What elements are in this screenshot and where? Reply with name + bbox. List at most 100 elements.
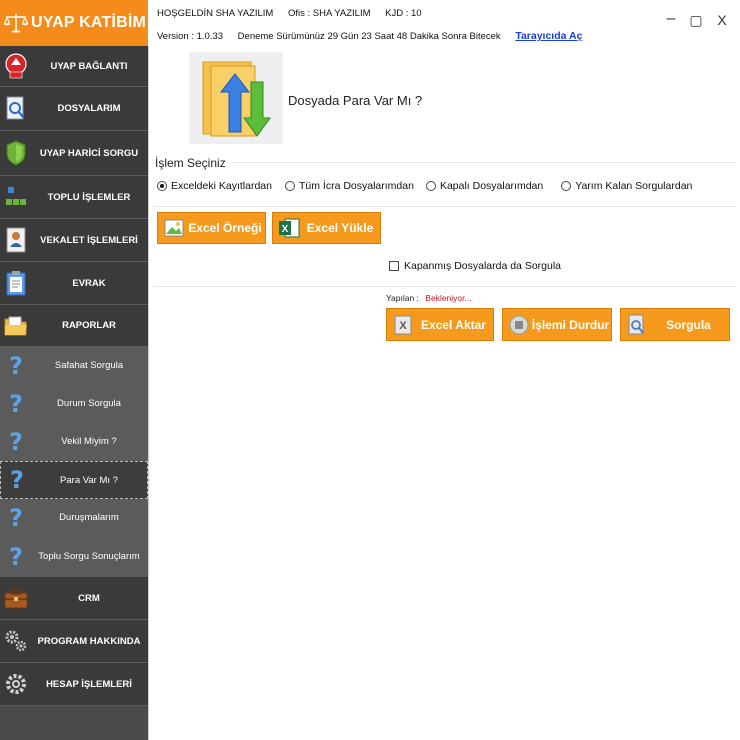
checkbox-box <box>389 261 399 271</box>
status-label: Yapılan : <box>386 293 419 303</box>
sidebar-item-program-hakkinda[interactable]: PROGRAM HAKKINDA <box>0 620 148 663</box>
sidebar-item-hesap-islemleri[interactable]: HESAP İŞLEMLERİ <box>0 663 148 706</box>
sidebar-item-vekil-miyim[interactable]: ? Vekil Miyim ? <box>0 423 148 461</box>
sidebar-item-durusmalarim[interactable]: ? Duruşmalarım <box>0 499 148 537</box>
divider <box>153 162 736 163</box>
sidebar-item-label: HESAP İŞLEMLERİ <box>46 678 132 690</box>
radio-label: Yarım Kalan Sorgulardan <box>575 180 693 192</box>
sidebar-item-label: TOPLU İŞLEMLER <box>47 191 131 203</box>
svg-text:X: X <box>399 320 407 332</box>
kjd-text: KJD : 10 <box>385 8 422 19</box>
brand-name: UYAP KATİBİM <box>31 14 147 31</box>
page-title: Dosyada Para Var Mı ? <box>288 93 423 108</box>
sidebar-item-label: UYAP BAĞLANTI <box>50 60 128 72</box>
sidebar-item-safahat-sorgula[interactable]: ? Safahat Sorgula <box>0 347 148 385</box>
button-label: İşlemi Durdur <box>531 317 610 332</box>
blocks-icon <box>3 183 29 211</box>
scales-icon <box>3 10 29 36</box>
sidebar-item-evrak[interactable]: EVRAK <box>0 262 148 305</box>
radio-excel-records[interactable]: Exceldeki Kayıtlardan <box>157 180 272 192</box>
title-bar: UYAP KATİBİM HOŞGELDİN SHA YAZILIM Ofis … <box>0 0 740 46</box>
stop-process-button[interactable]: İşlemi Durdur <box>502 308 612 341</box>
sidebar-item-label: Durum Sorgula <box>57 398 121 409</box>
excel-upload-button[interactable]: X Excel Yükle <box>272 212 381 244</box>
operation-radio-group: Exceldeki Kayıtlardan Tüm İcra Dosyaları… <box>157 180 692 192</box>
close-button[interactable]: X <box>712 12 732 28</box>
sidebar-item-label: DOSYALARIM <box>57 103 121 114</box>
sidebar-item-label: Para Var Mı ? <box>60 474 118 486</box>
button-label: Excel Aktar <box>421 317 486 332</box>
search-doc-icon <box>626 314 648 336</box>
welcome-text: HOŞGELDİN SHA YAZILIM <box>157 8 274 19</box>
radio-all-enforcement-files[interactable]: Tüm İcra Dosyalarımdan <box>284 180 414 192</box>
briefcase-icon <box>3 584 29 612</box>
question-icon: ? <box>9 427 23 456</box>
sidebar-item-dosyalarim[interactable]: DOSYALARIM <box>0 87 148 131</box>
sidebar-item-uyap-harici-sorgu[interactable]: UYAP HARİCİ SORGU <box>0 131 148 176</box>
svg-text:X: X <box>282 224 289 235</box>
sidebar-item-label: EVRAK <box>72 277 106 289</box>
radio-dot <box>425 181 436 191</box>
sidebar-item-toplu-islemler[interactable]: TOPLU İŞLEMLER <box>0 176 148 219</box>
divider <box>153 286 736 287</box>
radio-closed-files[interactable]: Kapalı Dosyalarımdan <box>425 180 544 192</box>
sidebar-item-durum-sorgula[interactable]: ? Durum Sorgula <box>0 385 148 423</box>
button-label: Sorgula <box>666 317 711 332</box>
sidebar-item-label: UYAP HARİCİ SORGU <box>39 147 139 159</box>
radio-dot <box>561 181 572 191</box>
operation-group-label: İşlem Seçiniz <box>155 156 230 170</box>
sidebar-item-para-var-mi[interactable]: ? Para Var Mı ? <box>0 461 148 499</box>
sidebar-item-label: CRM <box>78 592 100 604</box>
radio-label: Exceldeki Kayıtlardan <box>171 180 272 192</box>
sidebar-item-crm[interactable]: CRM <box>0 577 148 620</box>
checkbox-label: Kapanmış Dosyalarda da Sorgula <box>404 260 562 272</box>
status-value: Bekleniyor... <box>425 293 472 303</box>
question-icon: ? <box>9 503 23 532</box>
excel-export-icon: X <box>392 314 414 336</box>
sidebar-item-toplu-sorgu-sonuclarim[interactable]: ? Toplu Sorgu Sonuçlarım <box>0 537 148 577</box>
radio-dot <box>157 181 167 191</box>
question-icon: ? <box>10 466 24 494</box>
brand-logo: UYAP KATİBİM <box>0 0 148 46</box>
query-button[interactable]: Sorgula <box>620 308 730 341</box>
sidebar-item-raporlar[interactable]: RAPORLAR <box>0 305 148 347</box>
excel-icon: X <box>278 217 300 239</box>
question-icon: ? <box>9 351 23 380</box>
sidebar-item-label: VEKALET İŞLEMLERİ <box>40 234 138 246</box>
maximize-button[interactable]: ▢ <box>686 12 706 29</box>
open-in-browser-link[interactable]: Tarayıcıda Aç <box>515 30 582 42</box>
button-label: Excel Yükle <box>306 221 374 235</box>
version-info: Version : 1.0.33 Deneme Sürümünüz 29 Gün… <box>157 30 582 42</box>
radio-dot <box>284 181 295 191</box>
sidebar-item-label: Duruşmalarım <box>59 512 119 523</box>
radio-label: Kapalı Dosyalarımdan <box>439 180 544 192</box>
trial-text: Deneme Sürümünüz 29 Gün 23 Saat 48 Dakik… <box>237 31 501 42</box>
button-label: Excel Örneği <box>188 221 262 235</box>
excel-export-button[interactable]: X Excel Aktar <box>386 308 494 341</box>
sidebar-item-label: Safahat Sorgula <box>54 360 124 371</box>
folder-transfer-icon <box>189 52 283 144</box>
document-search-icon <box>3 95 29 123</box>
divider <box>153 206 736 207</box>
image-icon <box>163 217 185 239</box>
excel-sample-button[interactable]: Excel Örneği <box>157 212 266 244</box>
uyap-logo-icon <box>3 52 29 80</box>
office-text: Ofis : SHA YAZILIM <box>287 8 371 19</box>
folder-icon <box>3 312 29 340</box>
gears-icon <box>3 627 29 655</box>
minimize-button[interactable]: – <box>661 10 681 28</box>
sidebar-item-vekalet-islemleri[interactable]: VEKALET İŞLEMLERİ <box>0 219 148 262</box>
stop-icon <box>508 314 530 336</box>
radio-unfinished-queries[interactable]: Yarım Kalan Sorgulardan <box>561 180 692 192</box>
sidebar-item-label: PROGRAM HAKKINDA <box>37 635 141 647</box>
question-icon: ? <box>9 542 23 571</box>
sidebar-item-uyap-baglanti[interactable]: UYAP BAĞLANTI <box>0 46 148 87</box>
id-card-icon <box>3 226 29 254</box>
closed-files-checkbox[interactable]: Kapanmış Dosyalarda da Sorgula <box>389 260 561 272</box>
clipboard-icon <box>3 269 29 297</box>
status-line: Yapılan : Bekleniyor... <box>386 293 472 303</box>
gear-icon <box>3 670 29 698</box>
sidebar-item-label: Toplu Sorgu Sonuçlarım <box>38 551 140 562</box>
user-info: HOŞGELDİN SHA YAZILIM Ofis : SHA YAZILIM… <box>157 8 434 19</box>
sidebar: UYAP BAĞLANTI DOSYALARIM UYAP HARİCİ SOR… <box>0 46 148 740</box>
